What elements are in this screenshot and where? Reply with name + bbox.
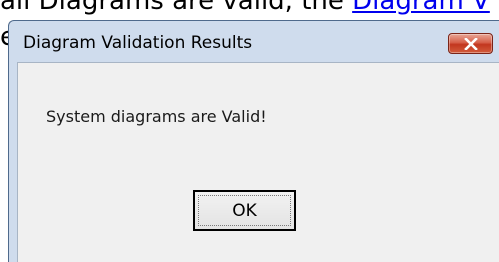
dialog-body: System diagrams are Valid! OK — [17, 62, 499, 262]
close-icon — [463, 37, 478, 50]
ok-button-label: OK — [232, 200, 257, 221]
background-text: all Diagrams are valid, the Diagram V — [0, 0, 490, 16]
close-button[interactable] — [448, 33, 493, 54]
dialog-titlebar[interactable]: Diagram Validation Results — [9, 21, 499, 62]
page: all Diagrams are valid, the Diagram V e … — [0, 0, 499, 262]
ok-button[interactable]: OK — [193, 190, 296, 231]
dialog-title: Diagram Validation Results — [23, 32, 253, 53]
validation-dialog: Diagram Validation Results System diagra… — [8, 20, 499, 262]
dialog-message: System diagrams are Valid! — [46, 107, 267, 126]
diagram-link[interactable]: Diagram V — [352, 0, 490, 16]
background-text-before: all Diagrams are valid, the — [0, 0, 353, 16]
